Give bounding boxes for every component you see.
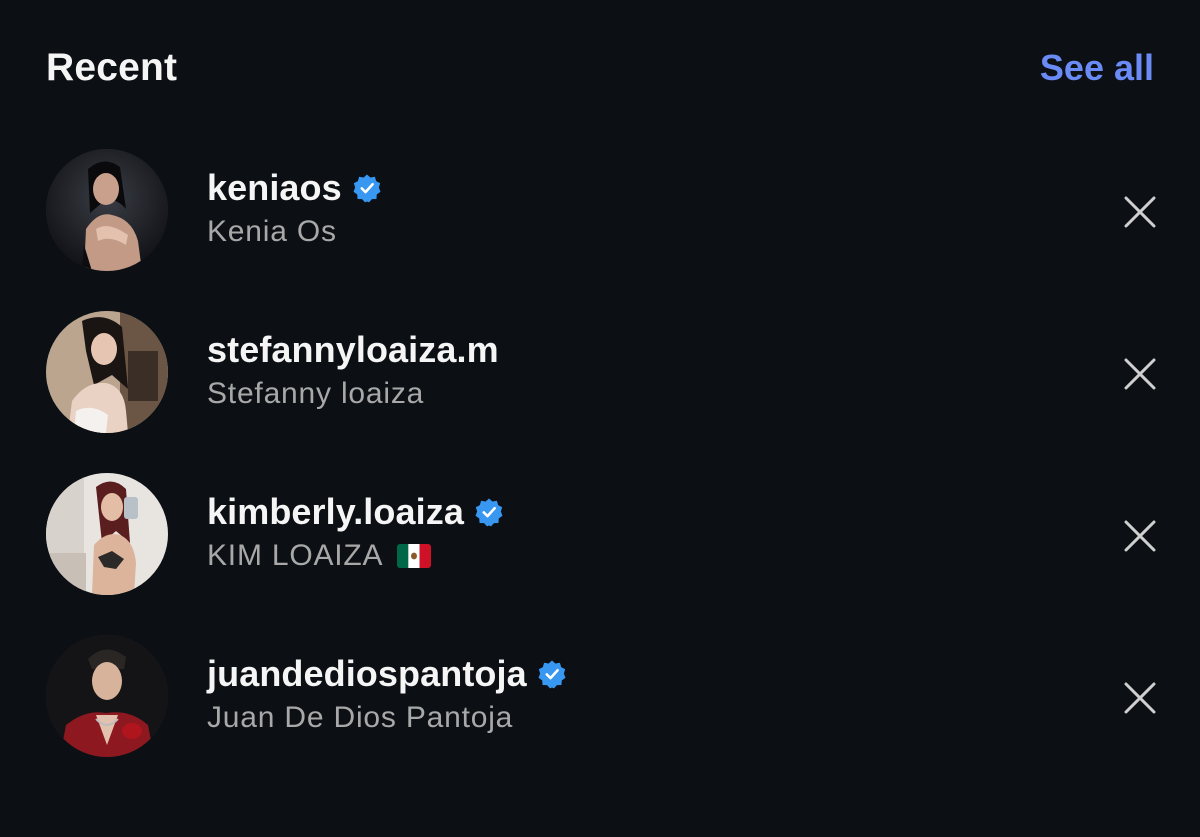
mexico-flag-icon [397, 544, 432, 568]
avatar[interactable] [46, 311, 168, 433]
avatar[interactable] [46, 149, 168, 271]
account-text: kimberly.loaiza KIM LOAIZA [207, 490, 504, 576]
username: stefannyloaiza.m [207, 329, 499, 370]
close-icon [1124, 196, 1156, 228]
username: kimberly.loaiza [207, 491, 464, 532]
section-title: Recent [46, 46, 178, 89]
close-icon [1124, 358, 1156, 390]
account-text: stefannyloaiza.m Stefanny loaiza [207, 328, 499, 414]
close-icon [1124, 682, 1156, 714]
remove-recent-button[interactable] [1120, 516, 1160, 556]
remove-recent-button[interactable] [1120, 678, 1160, 718]
profile-photo [46, 149, 168, 271]
full-name: Kenia Os [207, 215, 337, 248]
full-name: KIM LOAIZA [207, 539, 384, 572]
recent-item-kimberlyloaiza[interactable]: kimberly.loaiza KIM LOAIZA [0, 472, 1200, 634]
account-text: keniaos Kenia Os [207, 166, 382, 252]
remove-recent-button[interactable] [1120, 192, 1160, 232]
recent-item-juandediospantoja[interactable]: juandediospantoja Juan De Dios Pantoja [0, 634, 1200, 796]
profile-photo [46, 311, 168, 433]
username: keniaos [207, 167, 342, 208]
profile-photo [46, 473, 168, 595]
recent-header: Recent See all [46, 38, 1154, 98]
avatar[interactable] [46, 635, 168, 757]
verified-badge-icon [537, 659, 567, 689]
close-icon [1124, 520, 1156, 552]
full-name: Juan De Dios Pantoja [207, 701, 514, 734]
recent-item-keniaos[interactable]: keniaos Kenia Os [0, 148, 1200, 310]
full-name: Stefanny loaiza [207, 377, 425, 410]
verified-badge-icon [474, 497, 504, 527]
recent-item-stefannyloaiza[interactable]: stefannyloaiza.m Stefanny loaiza [0, 310, 1200, 472]
profile-photo [46, 635, 168, 757]
see-all-button[interactable]: See all [1040, 47, 1154, 89]
username: juandediospantoja [207, 653, 527, 694]
verified-badge-icon [352, 173, 382, 203]
recent-search-list: keniaos Kenia Os stefannyloaiza.m Stefan… [0, 148, 1200, 796]
avatar[interactable] [46, 473, 168, 595]
remove-recent-button[interactable] [1120, 354, 1160, 394]
account-text: juandediospantoja Juan De Dios Pantoja [207, 652, 567, 738]
